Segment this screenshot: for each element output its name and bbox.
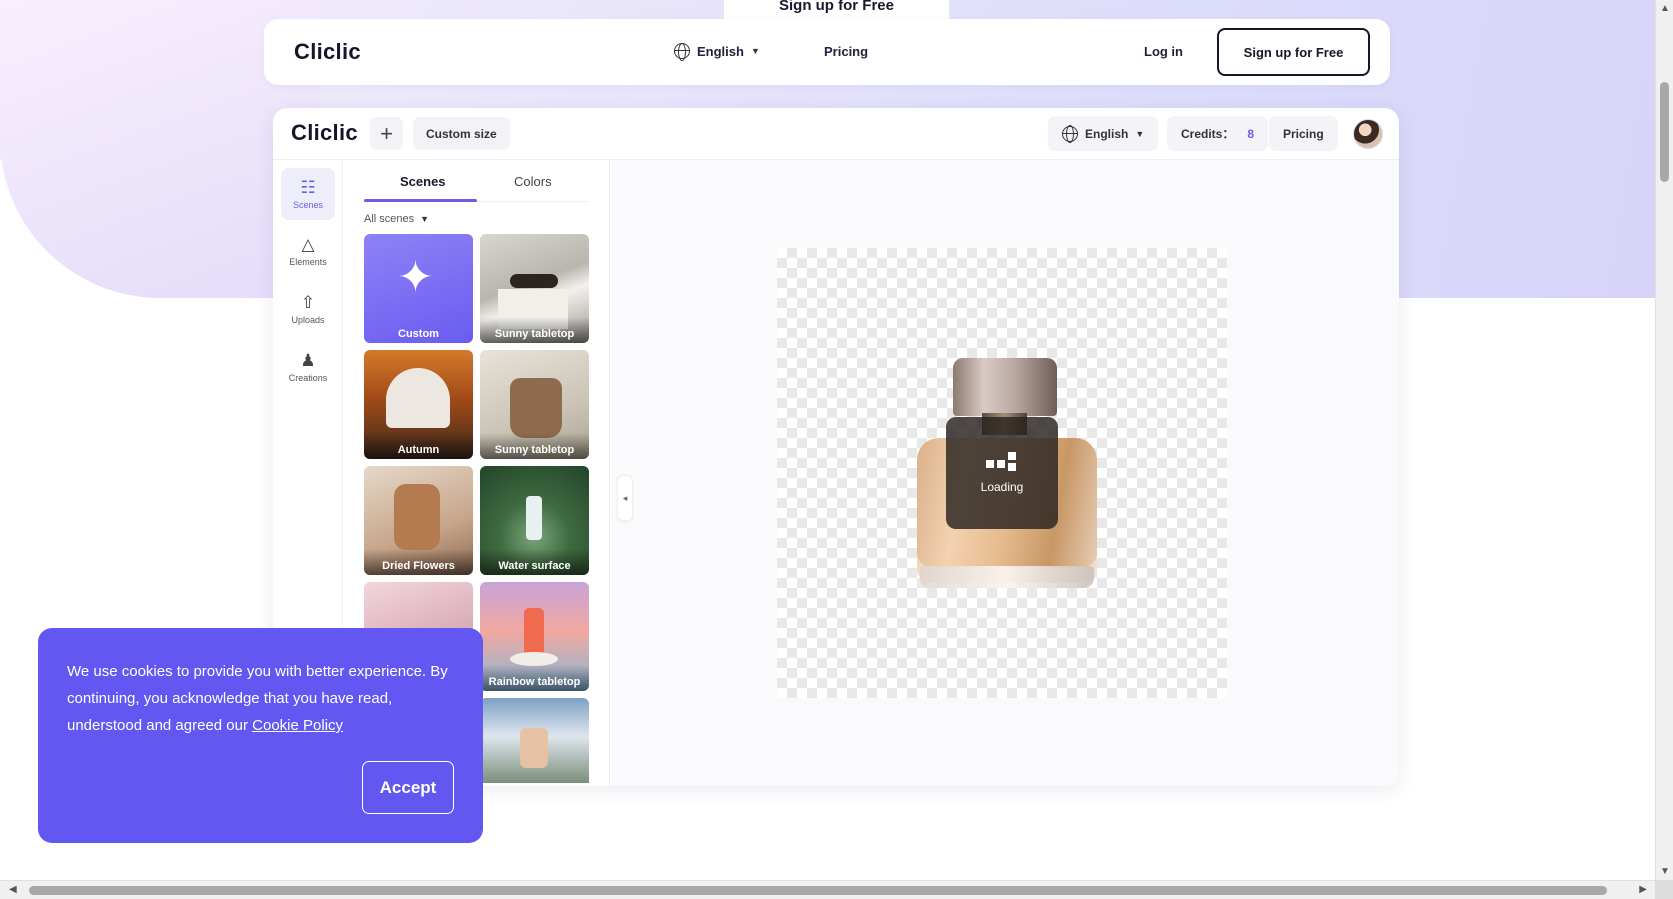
ghost-signup-label: Sign up for Free xyxy=(778,0,894,14)
tab-colors[interactable]: Colors xyxy=(514,174,552,189)
upload-cloud-icon: ⇧ xyxy=(300,292,316,312)
new-design-button[interactable]: + xyxy=(370,117,403,150)
credits-badge[interactable]: Credits： 8 xyxy=(1167,116,1269,151)
rail-item-scenes[interactable]: ☷ Scenes xyxy=(281,168,335,220)
scene-card-dried-flowers[interactable]: Dried Flowers xyxy=(364,466,473,575)
scene-card-label: Custom xyxy=(398,328,439,340)
shapes-icon: △ xyxy=(301,234,315,254)
scene-card-label: Dried Flowers xyxy=(364,549,473,575)
cookie-message: We use cookies to provide you with bette… xyxy=(67,658,467,739)
perfume-cap xyxy=(953,358,1057,416)
pedestal-prop xyxy=(510,652,558,666)
scene-card-rainbow-tabletop[interactable]: Rainbow tabletop xyxy=(480,582,589,691)
horizontal-scroll-thumb[interactable] xyxy=(29,886,1607,895)
editor-header: Cliclic + Custom size English ▼ Credits：… xyxy=(273,108,1399,160)
scroll-down-icon[interactable]: ▼ xyxy=(1660,866,1670,877)
rail-label: Uploads xyxy=(291,314,325,325)
scene-card-water-surface[interactable]: Water surface xyxy=(480,466,589,575)
scene-card-autumn[interactable]: Autumn xyxy=(364,350,473,459)
caret-down-icon: ▼ xyxy=(420,214,430,224)
credits-value: 8 xyxy=(1247,126,1255,141)
gloves-prop xyxy=(394,484,440,550)
loading-overlay: Loading xyxy=(946,417,1058,529)
cookie-banner: We use cookies to provide you with bette… xyxy=(38,628,483,843)
custom-size-button[interactable]: Custom size xyxy=(413,117,510,150)
nav-pricing-link[interactable]: Pricing xyxy=(824,44,868,59)
language-label: English xyxy=(697,43,744,59)
tab-scenes[interactable]: Scenes xyxy=(400,174,446,189)
scene-card-sunny-tabletop[interactable]: Sunny tabletop xyxy=(480,234,589,343)
scene-card-label: Sunny tabletop xyxy=(480,433,589,459)
transparent-canvas[interactable]: Loading xyxy=(777,248,1227,698)
horizontal-scrollbar[interactable]: ◀ ▶ xyxy=(0,880,1655,899)
scene-card-label: Rainbow tabletop xyxy=(480,665,589,691)
page: Sign up for Free Cliclic English ▼ Prici… xyxy=(0,0,1655,880)
perfume-base xyxy=(920,566,1094,588)
rail-label: Creations xyxy=(288,372,328,383)
editor-logo[interactable]: Cliclic xyxy=(291,120,358,146)
loading-spinner-icon xyxy=(986,452,1018,472)
loading-label: Loading xyxy=(980,480,1024,494)
chevron-left-icon: ◂ xyxy=(622,492,628,503)
scroll-right-icon[interactable]: ▶ xyxy=(1639,884,1647,895)
bottle-prop xyxy=(526,496,542,540)
scene-card-label: Sunny tabletop xyxy=(480,317,589,343)
scene-card-label: Water surface xyxy=(480,549,589,575)
scene-card-mountains[interactable] xyxy=(480,698,589,783)
signup-button[interactable]: Sign up for Free xyxy=(1217,28,1370,76)
active-tab-indicator xyxy=(364,199,477,202)
user-creations-icon: ♟ xyxy=(300,350,316,370)
login-link[interactable]: Log in xyxy=(1144,44,1183,59)
scroll-left-icon[interactable]: ◀ xyxy=(9,884,17,895)
sparkle-icon: ✦ xyxy=(397,253,434,302)
bag-prop xyxy=(510,378,562,438)
vertical-scrollbar[interactable]: ▲ ▼ xyxy=(1655,0,1673,880)
caret-down-icon: ▼ xyxy=(750,46,760,56)
hat-prop xyxy=(386,368,450,428)
scene-filter-dropdown[interactable]: All scenes ▼ xyxy=(364,213,429,225)
panel-tabs: Scenes Colors xyxy=(364,160,589,202)
bottle-prop xyxy=(524,608,544,656)
accept-cookies-button[interactable]: Accept xyxy=(362,761,454,814)
scene-card-sunny-tabletop-2[interactable]: Sunny tabletop xyxy=(480,350,589,459)
language-selector[interactable]: English ▼ xyxy=(674,42,760,61)
scene-filter-label: All scenes xyxy=(364,213,415,225)
canvas-area: Loading xyxy=(611,160,1399,786)
site-logo[interactable]: Cliclic xyxy=(294,39,361,65)
vertical-scroll-thumb[interactable] xyxy=(1660,82,1669,182)
rail-label: Scenes xyxy=(292,199,324,210)
rail-label: Elements xyxy=(289,256,327,267)
cookie-policy-link[interactable]: Cookie Policy xyxy=(252,717,343,734)
grid-icon: ☷ xyxy=(300,177,316,197)
top-navigation: Cliclic English ▼ Pricing Log in Sign up… xyxy=(264,19,1390,85)
rail-item-creations[interactable]: ♟ Creations xyxy=(281,341,335,393)
rail-item-uploads[interactable]: ⇧ Uploads xyxy=(281,283,335,335)
editor-language-selector[interactable]: English ▼ xyxy=(1048,116,1159,151)
user-avatar[interactable] xyxy=(1353,119,1383,149)
globe-icon xyxy=(674,42,690,61)
bottle-prop xyxy=(520,728,548,768)
scene-card-custom[interactable]: ✦ Custom xyxy=(364,234,473,343)
credits-label: Credits： xyxy=(1181,127,1235,141)
rail-item-elements[interactable]: △ Elements xyxy=(281,225,335,277)
scroll-up-icon[interactable]: ▲ xyxy=(1660,3,1670,14)
caret-down-icon: ▼ xyxy=(1135,128,1145,139)
scrollbar-corner xyxy=(1655,880,1673,899)
editor-language-label: English xyxy=(1085,126,1129,141)
sunglasses-prop xyxy=(510,274,558,288)
scene-card-label: Autumn xyxy=(364,433,473,459)
editor-pricing-button[interactable]: Pricing xyxy=(1269,116,1338,151)
globe-icon xyxy=(1062,125,1078,143)
collapse-panel-button[interactable]: ◂ xyxy=(617,475,633,521)
